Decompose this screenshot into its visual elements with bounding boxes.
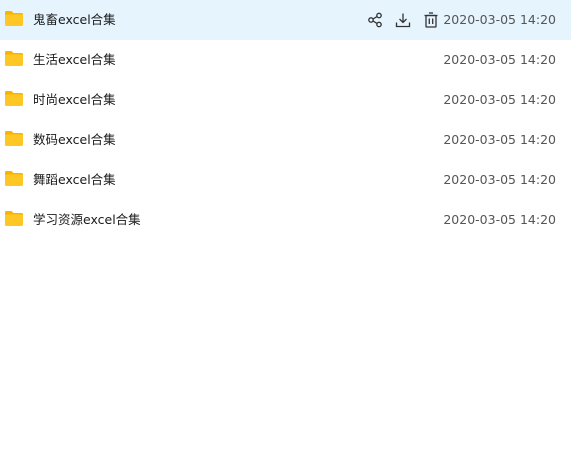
file-row[interactable]: 生活excel合集 2020-03-05 14:20 [0, 40, 571, 80]
modified-time: 2020-03-05 14:20 [443, 12, 556, 27]
modified-time: 2020-03-05 14:20 [443, 212, 556, 227]
modified-time: 2020-03-05 14:20 [443, 92, 556, 107]
folder-icon [4, 210, 24, 227]
file-row[interactable]: 数码excel合集 2020-03-05 14:20 [0, 120, 571, 160]
folder-icon [4, 90, 24, 107]
folder-icon [4, 130, 24, 147]
file-name[interactable]: 鬼畜excel合集 [33, 0, 116, 40]
trash-icon[interactable] [422, 11, 440, 29]
file-row[interactable]: 学习资源excel合集 2020-03-05 14:20 [0, 200, 571, 240]
file-name[interactable]: 生活excel合集 [33, 40, 116, 80]
modified-time: 2020-03-05 14:20 [443, 172, 556, 187]
file-list: 鬼畜excel合集 2020-03-05 14:20 生活excel合集 202… [0, 0, 571, 240]
file-row[interactable]: 舞蹈excel合集 2020-03-05 14:20 [0, 160, 571, 200]
folder-icon [4, 10, 24, 27]
file-row[interactable]: 鬼畜excel合集 2020-03-05 14:20 [0, 0, 571, 40]
file-name[interactable]: 数码excel合集 [33, 120, 116, 160]
row-actions [366, 0, 450, 40]
modified-time: 2020-03-05 14:20 [443, 52, 556, 67]
folder-icon [4, 170, 24, 187]
file-name[interactable]: 时尚excel合集 [33, 80, 116, 120]
modified-time: 2020-03-05 14:20 [443, 132, 556, 147]
file-name[interactable]: 学习资源excel合集 [33, 200, 141, 240]
folder-icon [4, 50, 24, 67]
file-row[interactable]: 时尚excel合集 2020-03-05 14:20 [0, 80, 571, 120]
share-icon[interactable] [366, 11, 384, 29]
download-icon[interactable] [394, 11, 412, 29]
file-name[interactable]: 舞蹈excel合集 [33, 160, 116, 200]
